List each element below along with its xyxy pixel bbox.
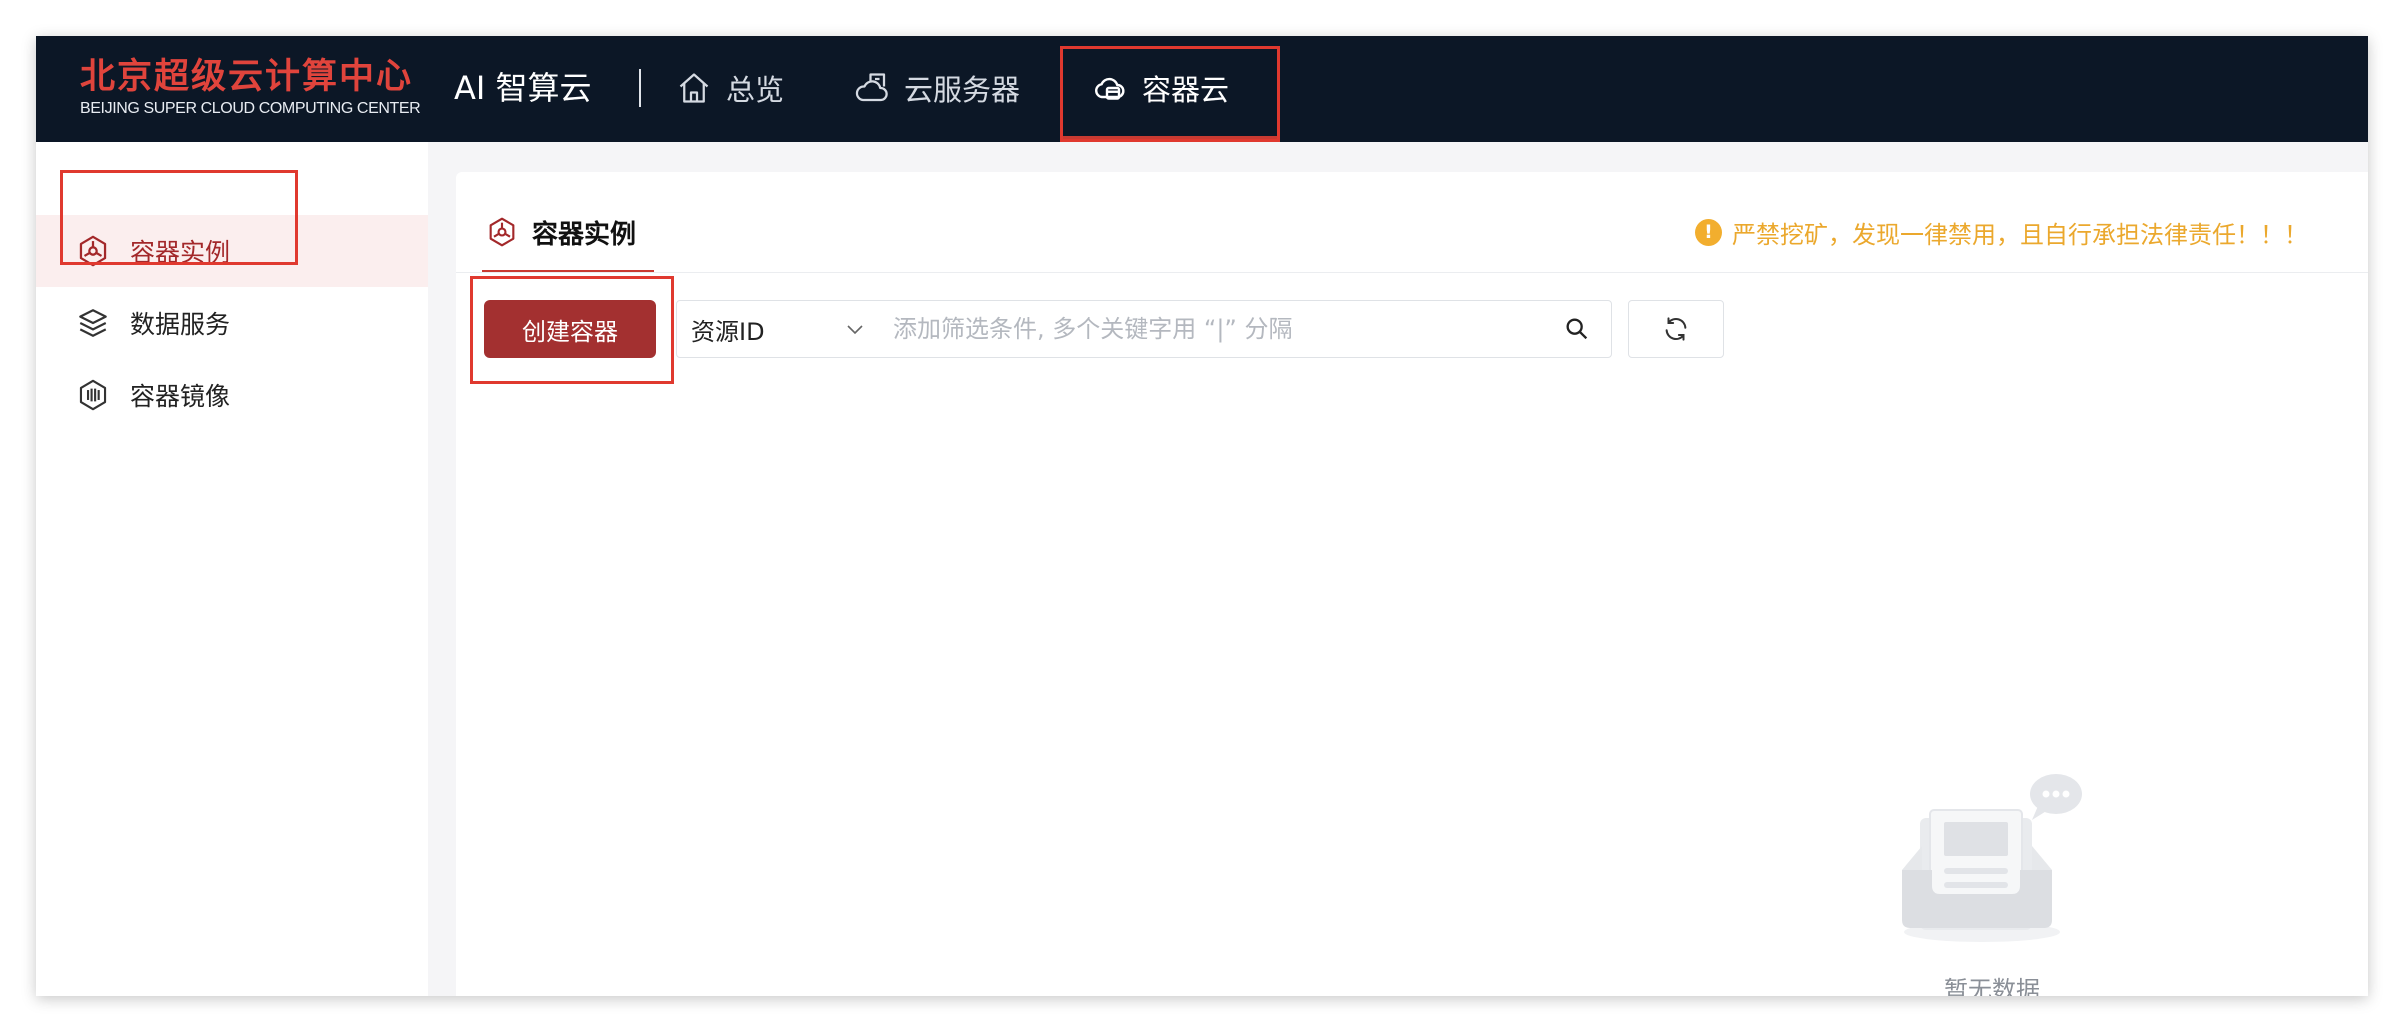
sidebar-item-label: 容器实例: [130, 238, 231, 267]
product-name: AI 智算云: [454, 69, 592, 107]
nav-item-overview[interactable]: 总览: [676, 66, 784, 110]
filter-select-value: 资源ID: [691, 317, 765, 346]
sidebar-item-container-images[interactable]: 容器镜像: [36, 359, 428, 431]
app-window: 北京超级云计算中心 BEIJING SUPER CLOUD COMPUTING …: [36, 36, 2368, 996]
sidebar-item-label: 数据服务: [130, 310, 231, 339]
nav-item-label: 容器云: [1142, 73, 1230, 107]
container-cloud-icon: [1095, 77, 1125, 100]
active-nav-indicator: [1063, 136, 1277, 140]
filter-bar: 资源ID: [676, 300, 1612, 358]
sidebar-item-data-services[interactable]: 数据服务: [36, 287, 428, 359]
data-layers-icon: [79, 309, 107, 337]
nav-item-label: 云服务器: [904, 73, 1021, 107]
nav-item-container-cloud[interactable]: 容器云: [1092, 66, 1229, 110]
empty-inbox-icon: [1902, 774, 2082, 942]
cloud-server-icon: [855, 73, 888, 102]
empty-state-text: 暂无数据: [1944, 976, 2040, 996]
tab-container-instances[interactable]: 容器实例: [486, 212, 636, 252]
main-content: 容器实例 ! 严禁挖矿，发现一律禁用，且自行承担法律责任！！！ 创建容器 资源I…: [456, 172, 2368, 996]
tab-divider: [456, 272, 2368, 273]
filter-search-input[interactable]: [893, 309, 1533, 349]
logo-chinese-text: 北京超级云计算中心: [80, 57, 414, 96]
empty-state: 暂无数据: [1892, 770, 2092, 996]
refresh-button[interactable]: [1628, 300, 1724, 358]
home-icon: [679, 73, 709, 103]
warning-text: 严禁挖矿，发现一律禁用，且自行承担法律责任！！！: [1732, 220, 2308, 249]
refresh-icon: [1665, 317, 1687, 341]
container-instance-icon: [489, 217, 515, 247]
nav-item-label: 总览: [726, 73, 785, 107]
header-divider: [639, 69, 641, 107]
sidebar: 容器实例 数据服务 容器镜像: [36, 142, 428, 996]
container-image-icon: [79, 379, 107, 411]
brand-logo[interactable]: 北京超级云计算中心 BEIJING SUPER CLOUD COMPUTING …: [80, 57, 421, 118]
mining-warning-banner: ! 严禁挖矿，发现一律禁用，且自行承担法律责任！！！: [1695, 214, 2308, 250]
create-container-button[interactable]: 创建容器: [484, 300, 656, 358]
container-instance-icon: [79, 235, 107, 267]
logo-english-text: BEIJING SUPER CLOUD COMPUTING CENTER: [80, 100, 421, 117]
sidebar-item-label: 容器镜像: [130, 382, 231, 411]
nav-item-cloud-server[interactable]: 云服务器: [854, 66, 1020, 110]
sidebar-item-container-instances[interactable]: 容器实例: [36, 215, 428, 287]
warning-icon: !: [1695, 218, 1722, 246]
tab-label: 容器实例: [532, 219, 637, 250]
chevron-down-icon: [847, 325, 863, 335]
filter-field-select[interactable]: 资源ID: [691, 301, 871, 357]
search-icon[interactable]: [1563, 315, 1591, 343]
top-navigation-bar: 北京超级云计算中心 BEIJING SUPER CLOUD COMPUTING …: [36, 36, 2368, 142]
